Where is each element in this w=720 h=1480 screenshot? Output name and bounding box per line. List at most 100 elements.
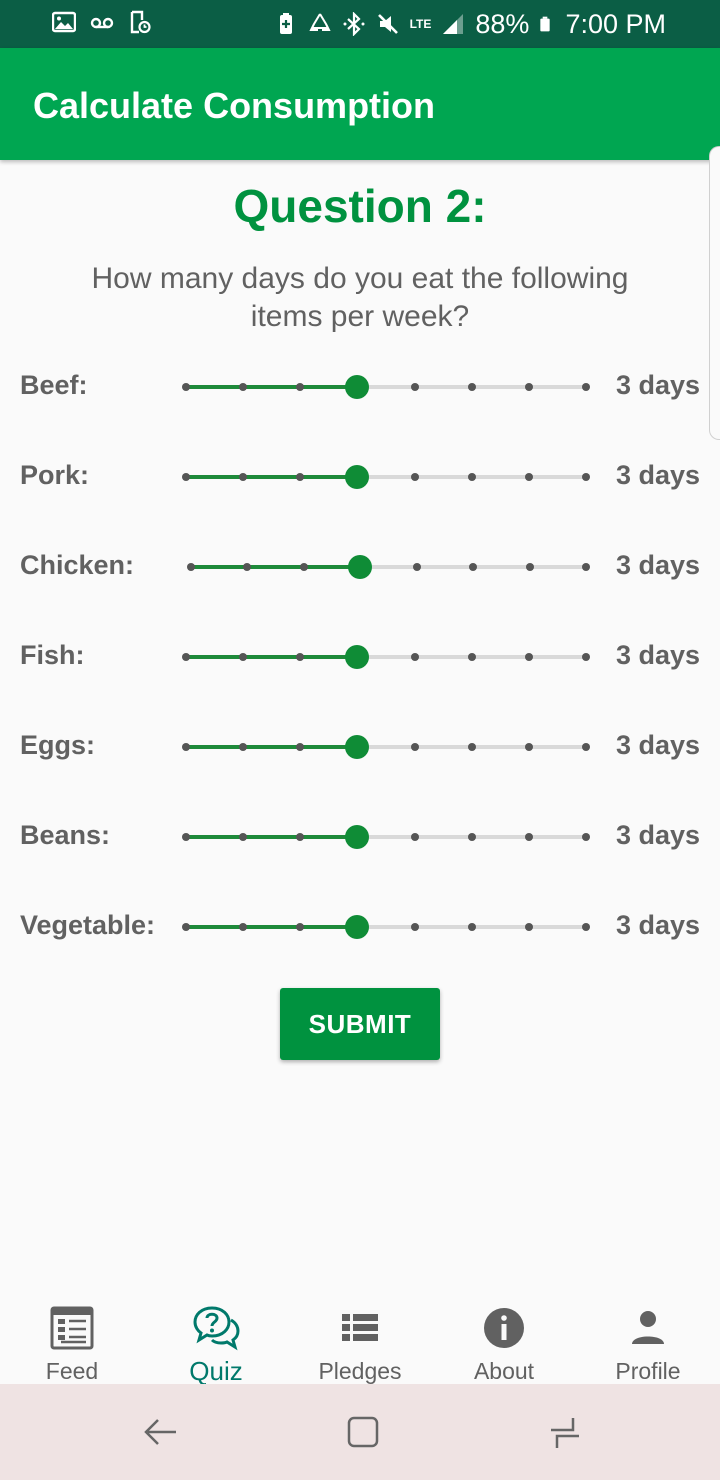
nav-item-profile[interactable]: Profile xyxy=(576,1296,720,1384)
item-value: 3 days xyxy=(615,640,700,670)
slider-tick xyxy=(296,473,305,481)
nav-label-quiz: Quiz xyxy=(189,1356,243,1386)
overview-icon[interactable] xyxy=(341,1410,385,1454)
quiz-icon xyxy=(193,1306,240,1351)
item-value: 3 days xyxy=(615,910,700,940)
person-icon xyxy=(632,1311,664,1344)
nav-label-profile: Profile xyxy=(615,1358,681,1384)
slider-tick xyxy=(182,923,190,931)
feed-icon xyxy=(50,1306,94,1350)
nav-item-pledges[interactable]: Pledges xyxy=(288,1296,432,1384)
slider-tick xyxy=(467,653,476,661)
slider-tick xyxy=(582,743,590,751)
slider-tick xyxy=(582,653,590,661)
back-icon[interactable] xyxy=(140,1410,184,1454)
slider-track-active xyxy=(186,925,358,929)
nav-label-about: About xyxy=(473,1358,535,1384)
slider-tick xyxy=(410,653,419,661)
slider-tick xyxy=(524,923,533,931)
slider-tick xyxy=(582,923,590,931)
slider-tick xyxy=(467,833,476,841)
slider-tick xyxy=(182,743,190,751)
info-icon xyxy=(484,1308,524,1348)
nav-item-feed[interactable]: Feed xyxy=(0,1296,144,1384)
slider-tick xyxy=(239,833,248,841)
slider-tick xyxy=(410,743,419,751)
item-value: 3 days xyxy=(615,550,700,580)
slider-tick xyxy=(410,923,419,931)
slider-tick xyxy=(524,743,533,751)
slider-tick xyxy=(469,563,478,571)
recycle-icon xyxy=(308,13,331,31)
slider-track-active xyxy=(186,835,358,839)
battery-percent: 88% xyxy=(475,9,530,39)
consumption-row: Pork: 3 days xyxy=(0,452,720,502)
system-navigation-bar xyxy=(0,1384,720,1480)
slider-thumb[interactable] xyxy=(345,825,370,849)
consumption-row: Beans: 3 days xyxy=(0,812,720,862)
item-value: 3 days xyxy=(615,820,700,850)
slider-tick xyxy=(524,473,533,481)
slider-tick xyxy=(525,563,534,571)
consumption-row: Vegetable: 3 days xyxy=(0,902,720,952)
slider-thumb[interactable] xyxy=(345,735,370,759)
slider-tick xyxy=(182,833,190,841)
slider-tick xyxy=(467,473,476,481)
slider-thumb[interactable] xyxy=(345,375,370,399)
slider-thumb[interactable] xyxy=(345,465,370,489)
slider-tick xyxy=(467,743,476,751)
slider-tick xyxy=(412,563,421,571)
slider-tick xyxy=(467,923,476,931)
question-text: How many days do you eat the following i… xyxy=(91,262,629,333)
item-value: 3 days xyxy=(615,730,700,760)
item-label: Chicken: xyxy=(20,550,135,580)
slider-tick xyxy=(296,653,305,661)
slider-tick xyxy=(582,563,590,571)
slider-tick xyxy=(524,833,533,841)
signal-icon xyxy=(443,14,464,34)
slider-tick xyxy=(239,743,248,751)
slider-thumb[interactable] xyxy=(345,645,370,669)
slider-track-active xyxy=(186,475,358,479)
slider-tick xyxy=(582,383,590,391)
submit-button[interactable]: SUBMIT xyxy=(280,988,440,1060)
slider-tick xyxy=(410,383,419,391)
slider-tick xyxy=(239,473,248,481)
slider-tick xyxy=(182,473,190,481)
slider-thumb[interactable] xyxy=(345,915,370,939)
slider-tick xyxy=(296,923,305,931)
slider-thumb[interactable] xyxy=(348,555,373,579)
nav-item-about[interactable]: About xyxy=(432,1296,576,1384)
slider-tick xyxy=(524,383,533,391)
lte-icon: LTE xyxy=(409,17,432,31)
slider-tick xyxy=(296,383,305,391)
item-label: Beans: xyxy=(20,820,111,850)
recents-icon[interactable] xyxy=(543,1410,587,1454)
item-value: 3 days xyxy=(615,460,700,490)
clock: 7:00 PM xyxy=(565,9,666,39)
slider-tick xyxy=(239,383,248,391)
slider-track-active xyxy=(191,565,361,569)
item-label: Eggs: xyxy=(20,730,96,760)
battery-saver-icon xyxy=(279,13,292,34)
consumption-row: Beef: 3 days xyxy=(0,362,720,412)
slider-track-active xyxy=(186,655,358,659)
app-bar: Calculate Consumption xyxy=(0,48,720,160)
item-label: Pork: xyxy=(20,460,90,490)
nav-label-pledges: Pledges xyxy=(318,1358,402,1384)
slider-tick xyxy=(299,563,308,571)
slider-tick xyxy=(524,653,533,661)
battery-icon xyxy=(540,16,551,32)
slider-tick xyxy=(187,563,195,571)
screenshot-icon xyxy=(130,10,151,34)
app-bar-title: Calculate Consumption xyxy=(33,85,436,126)
mute-icon xyxy=(377,14,398,34)
item-value: 3 days xyxy=(615,370,700,400)
slider-tick xyxy=(243,563,252,571)
bottom-navigation: Feed Quiz Pledges About Profile xyxy=(0,1296,720,1386)
item-label: Beef: xyxy=(20,370,88,400)
nav-item-quiz[interactable]: Quiz xyxy=(144,1296,288,1386)
slider-tick xyxy=(582,833,590,841)
slider-tick xyxy=(296,833,305,841)
bluetooth-icon xyxy=(343,12,365,36)
